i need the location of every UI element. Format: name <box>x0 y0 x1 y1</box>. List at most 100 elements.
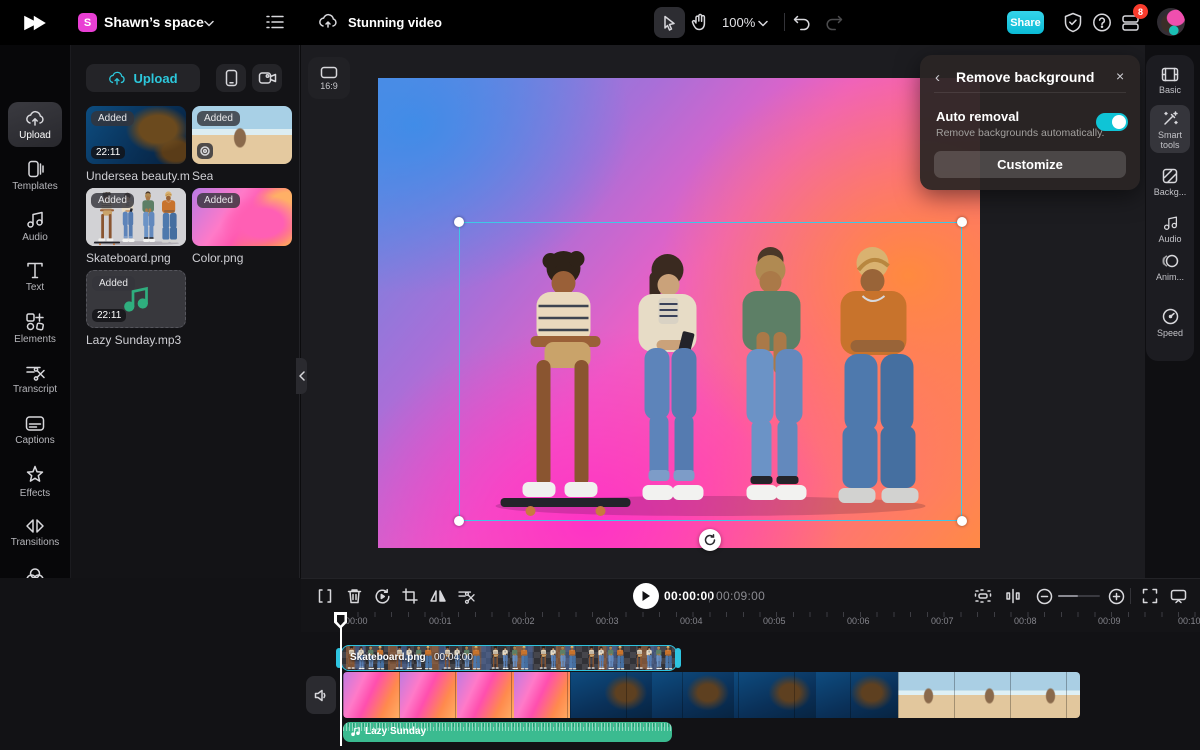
clip-skateboard-overlay[interactable]: Skateboard.png 00:04:00 <box>341 645 677 671</box>
preview-axis-icon <box>1006 588 1020 604</box>
sidebar-item-audio[interactable]: Audio <box>0 201 70 252</box>
resize-handle-top-left[interactable] <box>454 217 464 227</box>
sidebar-item-captions[interactable]: Captions <box>0 405 70 456</box>
zoom-out-icon <box>1036 588 1052 604</box>
media-item-skateboard[interactable]: Added <box>86 188 186 246</box>
added-badge: Added <box>92 276 135 291</box>
customize-button[interactable]: Customize <box>934 151 1126 178</box>
sidebar-item-effects[interactable]: Effects <box>0 456 70 507</box>
sidebar-item-elements[interactable]: Elements <box>0 303 70 354</box>
split-button[interactable] <box>315 586 335 606</box>
record-camera-button[interactable] <box>252 64 282 92</box>
playhead-line[interactable] <box>340 614 342 746</box>
selection-box[interactable] <box>459 222 962 521</box>
delete-button[interactable] <box>344 586 364 606</box>
list-view-icon[interactable] <box>266 14 284 30</box>
timeline-left-gutter <box>0 578 301 750</box>
auto-removal-toggle[interactable] <box>1096 113 1128 131</box>
ruler-label: 00:09 <box>1098 616 1121 626</box>
resize-handle-top-right[interactable] <box>957 217 967 227</box>
rail-item-label: Anim... <box>1155 272 1184 282</box>
rail-item-animation[interactable]: Anim... <box>1146 253 1194 282</box>
adapt-display-button[interactable] <box>1168 586 1188 606</box>
toggle-knob <box>1112 115 1126 129</box>
help-icon[interactable] <box>1092 12 1112 33</box>
slider-fill <box>1058 595 1078 597</box>
sidebar-item-templates[interactable]: Templates <box>0 150 70 201</box>
rail-item-speed[interactable]: Speed <box>1146 308 1194 338</box>
workspace-name[interactable]: Shawn’s space <box>104 14 204 30</box>
zoom-in-button[interactable] <box>1106 586 1126 606</box>
clip-trim-handle-right[interactable] <box>675 648 681 668</box>
clip-lazy-sunday-audio[interactable]: Lazy Sunday <box>343 722 672 742</box>
share-button[interactable]: Share <box>1007 11 1044 34</box>
cursor-icon <box>664 15 675 31</box>
back-button[interactable]: ‹ <box>935 69 940 86</box>
magic-pen-icon <box>1163 111 1178 125</box>
music-notes-icon <box>27 211 43 228</box>
clip-sea[interactable] <box>898 672 1080 718</box>
rail-item-smart-tools[interactable]: Smart tools <box>1146 110 1194 151</box>
clip-color-png[interactable] <box>343 672 570 718</box>
rail-item-label: Basic <box>1158 85 1181 95</box>
added-badge: Added <box>91 193 134 208</box>
upload-media-button[interactable]: Upload <box>86 64 200 92</box>
media-item-undersea[interactable]: Added 22:11 <box>86 106 186 164</box>
resize-handle-bottom-right[interactable] <box>957 516 967 526</box>
background-icon <box>1162 168 1178 184</box>
crop-button[interactable] <box>400 586 420 606</box>
frame-separators <box>570 672 898 718</box>
play-button[interactable] <box>633 583 659 609</box>
play-icon <box>642 591 650 601</box>
mirror-button[interactable] <box>428 586 448 606</box>
redo-icon[interactable] <box>824 13 843 31</box>
hand-tool-icon[interactable] <box>691 13 709 32</box>
rail-item-basic[interactable]: Basic <box>1146 67 1194 95</box>
app-logo[interactable] <box>0 0 70 45</box>
resize-handle-bottom-left[interactable] <box>454 516 464 526</box>
playhead-pin-inner <box>336 614 345 626</box>
main-video-track[interactable] <box>343 672 1080 718</box>
upload-label: Upload <box>133 70 178 86</box>
shield-check-icon[interactable] <box>1063 12 1083 33</box>
rail-item-audio[interactable]: Audio <box>1146 215 1194 244</box>
sidebar-item-text[interactable]: Text <box>0 252 70 303</box>
user-avatar[interactable] <box>1157 8 1185 36</box>
ruler-label: 00:10 <box>1178 616 1200 626</box>
text-icon <box>27 262 43 279</box>
music-notes-icon <box>1163 216 1177 230</box>
sidebar-item-label: Elements <box>14 334 56 345</box>
record-phone-button[interactable] <box>216 64 246 92</box>
chevron-down-icon[interactable] <box>204 20 214 27</box>
track-mute-button[interactable] <box>306 676 336 714</box>
ruler-label: 00:08 <box>1014 616 1037 626</box>
fit-timeline-button[interactable] <box>1140 586 1160 606</box>
rotate-button[interactable] <box>372 586 392 606</box>
rotate-handle[interactable] <box>699 529 721 551</box>
sidebar-item-transitions[interactable]: Transitions <box>0 507 70 558</box>
zoom-out-button[interactable] <box>1034 586 1054 606</box>
project-title[interactable]: Stunning video <box>348 15 442 30</box>
media-item-lazy-sunday[interactable]: Added 22:11 <box>86 270 186 328</box>
select-tool-button[interactable] <box>654 7 685 38</box>
notification-badge: 8 <box>1133 4 1148 19</box>
sidebar-item-upload[interactable]: Upload <box>0 99 70 150</box>
sidebar-item-transcript[interactable]: Transcript <box>0 354 70 405</box>
sidebar-item-label: Text <box>25 282 45 293</box>
media-item-name: Color.png <box>192 251 244 265</box>
media-item-sea[interactable]: Added <box>192 106 292 164</box>
rail-item-background[interactable]: Backg... <box>1146 168 1194 197</box>
panel-collapse-tab[interactable] <box>296 358 307 394</box>
canvas-zoom-level[interactable]: 100% <box>722 15 755 30</box>
aspect-ratio-tile[interactable]: 16:9 <box>308 57 350 99</box>
undo-icon[interactable] <box>793 13 812 31</box>
timeline-zoom-slider[interactable] <box>1058 595 1100 597</box>
media-item-color[interactable]: Added <box>192 188 292 246</box>
clip-undersea-beauty[interactable] <box>570 672 898 718</box>
zoom-chevron-icon[interactable] <box>758 20 768 27</box>
smart-trim-button[interactable] <box>456 586 476 606</box>
captions-icon <box>25 416 45 431</box>
preview-axis-button[interactable] <box>1003 586 1023 606</box>
close-button[interactable]: × <box>1116 68 1124 84</box>
auto-snap-button[interactable] <box>973 586 993 606</box>
